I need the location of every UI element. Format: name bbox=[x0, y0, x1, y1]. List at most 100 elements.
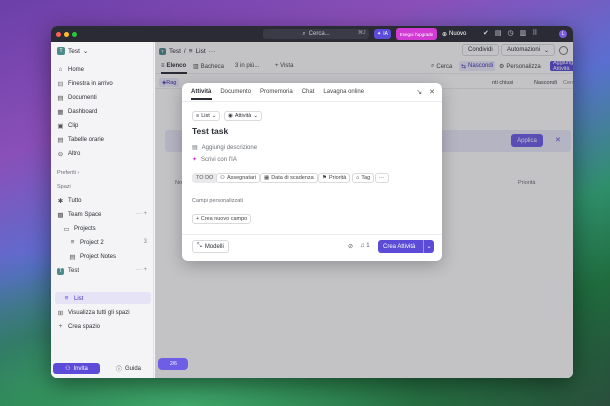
assignees-button[interactable]: ⚇ Assegnatari bbox=[216, 173, 260, 183]
grid-icon: ⊞ bbox=[57, 310, 64, 317]
priority-label: Priorità bbox=[328, 175, 347, 181]
chevron-down-icon[interactable]: ⌄ bbox=[423, 240, 434, 253]
document-icon: ▤ bbox=[69, 254, 76, 261]
folder-projects[interactable]: ▭ Projects bbox=[63, 225, 95, 233]
list-icon: ≡ bbox=[70, 239, 75, 246]
space-label: Team Space bbox=[68, 212, 102, 218]
project-2-count: 3 bbox=[143, 239, 147, 245]
asterisk-icon: ✱ bbox=[57, 198, 64, 205]
doc-project-notes[interactable]: ▤ Project Notes bbox=[69, 253, 116, 261]
view-all-label: Visualizza tutti gli spazi bbox=[68, 310, 130, 316]
create-task-button[interactable]: Crea Attività ⌄ bbox=[378, 240, 434, 253]
modal-tab-chat[interactable]: Chat bbox=[302, 89, 315, 95]
workspace-switcher[interactable]: T Test ⌄ bbox=[57, 47, 88, 55]
more-props-button[interactable]: ··· bbox=[375, 173, 389, 183]
view-all-spaces[interactable]: ⊞ Visualizza tutti gli spazi bbox=[57, 309, 130, 317]
sidebar-item-label: Home bbox=[68, 66, 85, 73]
sparkle-icon: ✦ bbox=[192, 157, 198, 163]
list-icon: ≡ bbox=[196, 113, 200, 119]
inbox-icon: ⊟ bbox=[57, 81, 64, 88]
add-description[interactable]: ▤ Aggiungi descrizione bbox=[192, 144, 257, 152]
sidebar-item-more[interactable]: ⊖ Altro bbox=[57, 150, 81, 158]
maximize-window-button[interactable] bbox=[72, 31, 77, 37]
ai-button[interactable]: ✦ IA bbox=[374, 29, 391, 39]
list-list[interactable]: ≡ List bbox=[63, 295, 84, 302]
space-test[interactable]: T Test bbox=[57, 267, 79, 275]
workspace-name: Test bbox=[68, 47, 80, 55]
dashboard-icon: ▦ bbox=[57, 109, 64, 116]
team-space-actions[interactable]: ··· + bbox=[136, 211, 147, 217]
sidebar-item-dashboard[interactable]: ▦ Dashboard bbox=[57, 108, 97, 116]
timesheet-icon: ▤ bbox=[57, 137, 64, 144]
global-search-input[interactable]: ⌕ Cerca... bbox=[263, 29, 369, 39]
write-with-ai[interactable]: ✦ Scrivi con l'IA bbox=[192, 156, 237, 164]
modal-header-icons: ↘ ✕ bbox=[416, 88, 435, 96]
calendar-icon: ▦ bbox=[264, 175, 270, 181]
folder-icon: ▭ bbox=[63, 226, 70, 233]
create-field-button[interactable]: + Crea nuovo campo bbox=[192, 214, 252, 224]
list-icon: ≡ bbox=[64, 295, 69, 302]
modal-tab-whiteboard[interactable]: Lavagna online bbox=[323, 89, 364, 95]
help-label: Guida bbox=[125, 365, 142, 372]
sidebar: T Test ⌄ ⌂ Home ⊟ Finestra in arrivo ▤ D… bbox=[51, 42, 154, 378]
user-avatar[interactable]: L bbox=[559, 30, 567, 38]
grid-icon[interactable]: ⠿ bbox=[532, 29, 537, 37]
space-team-space[interactable]: ▩ Team Space bbox=[57, 211, 101, 219]
create-task-label: Crea Attività bbox=[383, 243, 416, 250]
templates-label: Modelli bbox=[204, 243, 224, 250]
tag-button[interactable]: ⌂ Tag bbox=[352, 173, 375, 183]
modal-divider bbox=[182, 101, 442, 102]
sidebar-item-home[interactable]: ⌂ Home bbox=[57, 66, 84, 73]
due-date-button[interactable]: ▦ Data di scadenza bbox=[260, 173, 318, 183]
type-selector[interactable]: ◉ Attività ⌄ bbox=[224, 111, 262, 121]
sidebar-item-label: Dashboard bbox=[68, 109, 98, 115]
minimize-icon[interactable]: ↘ bbox=[416, 88, 422, 96]
upgrade-button[interactable]: Esegui l'upgrade bbox=[396, 28, 437, 40]
modal-footer-icons: ⊘ ♫ 1 bbox=[348, 243, 370, 250]
floating-tasks-button[interactable]: 2/6 bbox=[158, 358, 188, 370]
flag-icon: ⚑ bbox=[322, 175, 327, 181]
description-icon: ▤ bbox=[192, 145, 198, 151]
new-label: Nuovo bbox=[449, 31, 467, 37]
tag-label: Tag bbox=[361, 175, 371, 181]
sidebar-item-timesheets[interactable]: ▤ Tabelle orarie bbox=[57, 136, 104, 144]
minimize-window-button[interactable] bbox=[64, 31, 69, 37]
favorites-section[interactable]: Preferiti › bbox=[57, 170, 79, 176]
priority-button[interactable]: ⚑ Priorità bbox=[318, 173, 351, 183]
sidebar-item-inbox[interactable]: ⊟ Finestra in arrivo bbox=[57, 80, 113, 88]
help-button[interactable]: ⓘ Guida bbox=[105, 363, 152, 374]
document-icon[interactable]: ▤ bbox=[495, 29, 502, 37]
due-date-label: Data di scadenza bbox=[271, 175, 314, 181]
list-label: List bbox=[74, 295, 84, 302]
window-controls bbox=[56, 31, 77, 37]
task-title-input[interactable]: Test task bbox=[192, 126, 228, 136]
close-icon[interactable]: ✕ bbox=[429, 88, 435, 96]
topbar-icons: ✔ ▤ ◷ ▥ ⠿ bbox=[483, 29, 537, 37]
attachment-icon[interactable]: ⊘ bbox=[348, 243, 353, 250]
templates-button[interactable]: ⤡ Modelli bbox=[192, 240, 229, 253]
invite-button[interactable]: ⚇ Invita bbox=[53, 363, 100, 374]
test-space-actions[interactable]: ··· + bbox=[136, 267, 147, 273]
modal-tab-task[interactable]: Attività bbox=[191, 89, 211, 95]
modal-tab-reminder[interactable]: Promemoria bbox=[260, 89, 293, 95]
space-everything[interactable]: ✱ Tutto bbox=[57, 197, 82, 205]
bell-icon[interactable]: ♫ 1 bbox=[360, 243, 370, 250]
status-todo[interactable]: TO DO bbox=[192, 173, 218, 183]
sidebar-item-label: Tabelle orarie bbox=[68, 137, 105, 143]
notepad-icon[interactable]: ▥ bbox=[520, 29, 527, 37]
modal-tab-doc[interactable]: Documento bbox=[220, 89, 251, 95]
close-window-button[interactable] bbox=[56, 31, 61, 37]
task-type-icon: ◉ bbox=[228, 113, 233, 119]
sidebar-item-docs[interactable]: ▤ Documenti bbox=[57, 94, 96, 102]
check-icon[interactable]: ✔ bbox=[483, 29, 489, 37]
create-space[interactable]: + Crea spazio bbox=[57, 323, 100, 330]
sidebar-item-clips[interactable]: ▣ Clip bbox=[57, 122, 78, 130]
sidebar-item-label: Finestra in arrivo bbox=[68, 81, 113, 87]
sidebar-item-label: Clip bbox=[68, 123, 79, 129]
list-label: Project 2 bbox=[80, 239, 104, 246]
list-project-2[interactable]: ≡ Project 2 bbox=[69, 239, 104, 246]
list-selector[interactable]: ≡ List ⌄ bbox=[192, 111, 221, 121]
clock-icon[interactable]: ◷ bbox=[508, 29, 514, 37]
plus-icon: + bbox=[58, 323, 63, 330]
new-button[interactable]: ⊕ Nuovo bbox=[442, 29, 466, 39]
